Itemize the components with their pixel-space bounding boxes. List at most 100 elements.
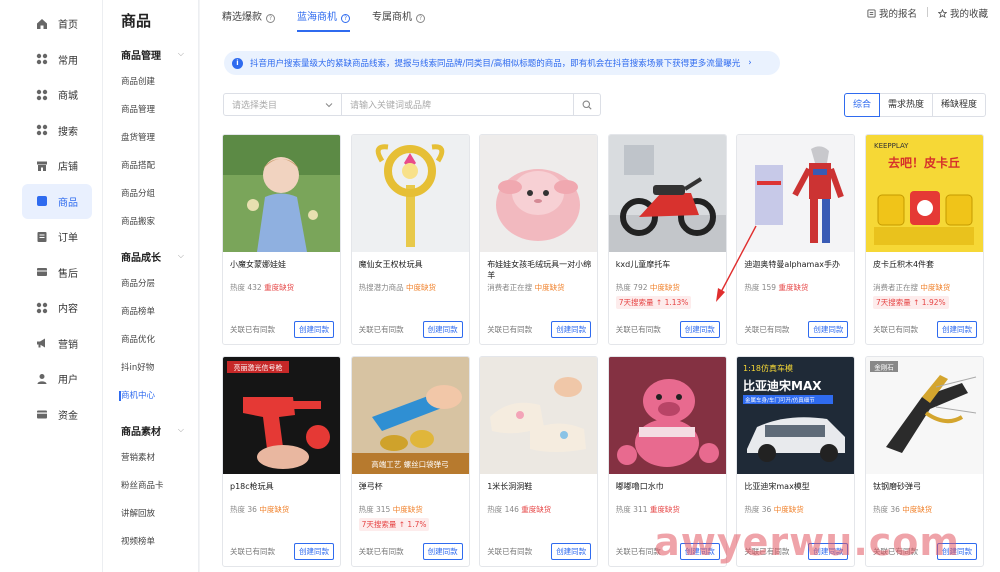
subnav-group-header[interactable]: 商品素材 ⌵: [103, 416, 198, 444]
product-image[interactable]: [480, 135, 598, 252]
heat-label: 热度: [615, 505, 631, 514]
sort-demand-heat[interactable]: 需求热度: [878, 93, 933, 117]
product-image[interactable]: KEEPPLAY 去吧！皮卡丘: [865, 135, 983, 252]
link-existing-link[interactable]: 关联已有同款: [873, 324, 918, 335]
subnav-item[interactable]: 商品分层: [103, 270, 198, 298]
product-card[interactable]: 魔仙女王权杖玩具 热搜潜力商品 中度缺货 关联已有同款 创建同款: [350, 134, 470, 345]
product-card[interactable]: KEEPPLAY 去吧！皮卡丘 皮卡丘积木4件套 消费者正在搜 中度缺货 7天搜索量 ↑…: [864, 134, 984, 345]
product-title[interactable]: 布娃娃女孩毛绒玩具一对小绵羊: [480, 252, 597, 280]
nav-item[interactable]: 营销: [22, 326, 92, 362]
nav-item[interactable]: 售后: [22, 255, 92, 291]
product-image[interactable]: [480, 357, 598, 474]
subnav-item[interactable]: 抖in好物: [103, 354, 198, 382]
create-same-button[interactable]: 创建同款: [679, 321, 720, 338]
heat-label: 热度: [230, 283, 245, 292]
subnav-item[interactable]: 商品创建: [103, 68, 198, 96]
subnav-group-header[interactable]: 商品管理 ⌵: [103, 40, 198, 68]
subnav-item[interactable]: 商机中心: [103, 382, 198, 410]
heat-value: 311: [633, 505, 648, 514]
sort-scarcity[interactable]: 稀缺程度: [931, 93, 986, 117]
heat-label: 热搜潜力商品: [358, 283, 404, 292]
product-title[interactable]: 嘟嘟噜口水巾: [609, 474, 726, 502]
link-existing-link[interactable]: 关联已有同款: [359, 324, 404, 335]
link-existing-link[interactable]: 关联已有同款: [230, 324, 275, 335]
nav-item[interactable]: 搜索: [22, 113, 92, 149]
product-image[interactable]: 金刚石: [865, 357, 983, 474]
product-image[interactable]: 高端工艺 螺丝口袋弹弓: [351, 357, 469, 474]
product-image[interactable]: 亮丽激光信号枪: [223, 357, 340, 474]
product-image[interactable]: [223, 135, 340, 252]
nav-item[interactable]: 订单: [22, 219, 92, 255]
subnav-item[interactable]: 讲解回放: [103, 500, 198, 528]
product-title[interactable]: 比亚迪宋max模型: [737, 474, 854, 502]
link-existing-link[interactable]: 关联已有同款: [230, 546, 275, 557]
subnav-item[interactable]: 粉丝商品卡: [103, 472, 198, 500]
product-title[interactable]: 钛钢磨砂弹弓: [866, 474, 983, 502]
product-card[interactable]: 亮丽激光信号枪 p18c枪玩具 热度 36 中度缺货关联已有同款 创建同款: [222, 356, 341, 567]
my-favorites-link[interactable]: 我的收藏: [937, 6, 988, 20]
subnav-group-header[interactable]: 商品成长 ⌵: [103, 242, 198, 270]
help-icon[interactable]: ?: [341, 13, 350, 23]
product-title[interactable]: 小魔女蒙娜娃娃: [223, 252, 340, 280]
link-existing-link[interactable]: 关联已有同款: [744, 324, 789, 335]
nav-item[interactable]: 资金: [22, 397, 92, 433]
sort-comprehensive[interactable]: 综合: [843, 93, 880, 117]
subnav-item[interactable]: 商品优化: [103, 326, 198, 354]
subnav-item[interactable]: 营销素材: [103, 444, 198, 472]
product-title[interactable]: 1米长洞洞鞋: [480, 474, 597, 502]
help-icon[interactable]: ?: [266, 13, 275, 23]
search-button[interactable]: [574, 94, 600, 115]
subnav-item[interactable]: 商品管理: [103, 96, 198, 124]
product-card[interactable]: 布娃娃女孩毛绒玩具一对小绵羊 消费者正在搜 中度缺货 关联已有同款 创建同款: [479, 134, 599, 345]
product-title[interactable]: 魔仙女王权杖玩具: [352, 252, 469, 280]
nav-item[interactable]: 用户: [22, 361, 92, 397]
help-icon[interactable]: ?: [416, 13, 425, 23]
product-heat: 热度 36 中度缺货: [223, 502, 340, 514]
subnav-item[interactable]: 盘货管理: [103, 124, 198, 152]
nav-item[interactable]: 商城: [22, 77, 92, 113]
nav-item[interactable]: 常用: [22, 42, 92, 78]
subnav-item[interactable]: 商品搭配: [103, 152, 198, 180]
link-existing-link[interactable]: 关联已有同款: [487, 546, 532, 557]
heat-value: 36: [247, 505, 257, 514]
product-card[interactable]: 1米长洞洞鞋 热度 146 重度缺货 关联已有同款 创建同款: [479, 356, 599, 567]
subnav-item[interactable]: 商品分组: [103, 180, 198, 208]
subnav-item[interactable]: 商品榜单: [103, 298, 198, 326]
create-same-button[interactable]: 创建同款: [551, 543, 592, 560]
product-card[interactable]: 高端工艺 螺丝口袋弹弓 弹弓杯 热度 315 中度缺货 7天搜索量 ↑ 1.7% 关联已…: [350, 356, 470, 567]
subnav-item[interactable]: 商品搬家: [103, 208, 198, 236]
product-title[interactable]: 皮卡丘积木4件套: [866, 252, 983, 280]
link-existing-link[interactable]: 关联已有同款: [616, 324, 661, 335]
create-same-button[interactable]: 创建同款: [294, 543, 334, 560]
nav-item[interactable]: 店铺: [22, 148, 92, 184]
link-existing-link[interactable]: 关联已有同款: [487, 324, 532, 335]
product-card[interactable]: 小魔女蒙娜娃娃 热度 432 重度缺货 关联已有同款 创建同款: [222, 134, 341, 345]
create-same-button[interactable]: 创建同款: [422, 543, 463, 560]
link-existing-link[interactable]: 关联已有同款: [359, 546, 404, 557]
subnav-item[interactable]: 视频榜单: [103, 528, 198, 556]
create-same-button[interactable]: 创建同款: [808, 321, 849, 338]
nav-item[interactable]: 商品: [22, 183, 92, 219]
heat-label: 热度: [744, 505, 760, 514]
nav-item[interactable]: 首页: [22, 6, 92, 42]
product-image[interactable]: [608, 357, 726, 474]
product-image[interactable]: 1:18仿真车模比亚迪宋MAX 金属车身/车门可开/仿真细节: [737, 357, 855, 474]
tab-blue-ocean[interactable]: 蓝海商机?: [297, 0, 350, 36]
create-same-button[interactable]: 创建同款: [294, 321, 334, 338]
my-report-link[interactable]: 我的报名: [867, 6, 917, 20]
create-same-button[interactable]: 创建同款: [551, 321, 592, 338]
product-title[interactable]: 弹弓杯: [352, 474, 469, 502]
product-image[interactable]: [351, 135, 469, 252]
keyword-input[interactable]: 请输入关键词或品牌: [342, 94, 574, 115]
create-same-button[interactable]: 创建同款: [936, 321, 977, 338]
nav-item[interactable]: 内容: [22, 290, 92, 326]
notice-banner[interactable]: i 抖音用户搜索量级大的紧缺商品线索，提报与线索同品牌/同类目/高相似标题的商品…: [224, 51, 780, 75]
product-image[interactable]: [608, 135, 726, 252]
tab-featured[interactable]: 精选爆款?: [222, 0, 275, 36]
product-title[interactable]: kxd儿童摩托车: [609, 252, 726, 280]
category-select[interactable]: 请选择类目: [224, 94, 342, 115]
tab-exclusive[interactable]: 专属商机?: [372, 0, 425, 36]
product-title[interactable]: p18c枪玩具: [223, 474, 340, 502]
create-same-button[interactable]: 创建同款: [422, 321, 463, 338]
product-card[interactable]: kxd儿童摩托车 热度 792 中度缺货 7天搜索量 ↑ 1.13% 关联已有同款 创建…: [607, 134, 727, 345]
